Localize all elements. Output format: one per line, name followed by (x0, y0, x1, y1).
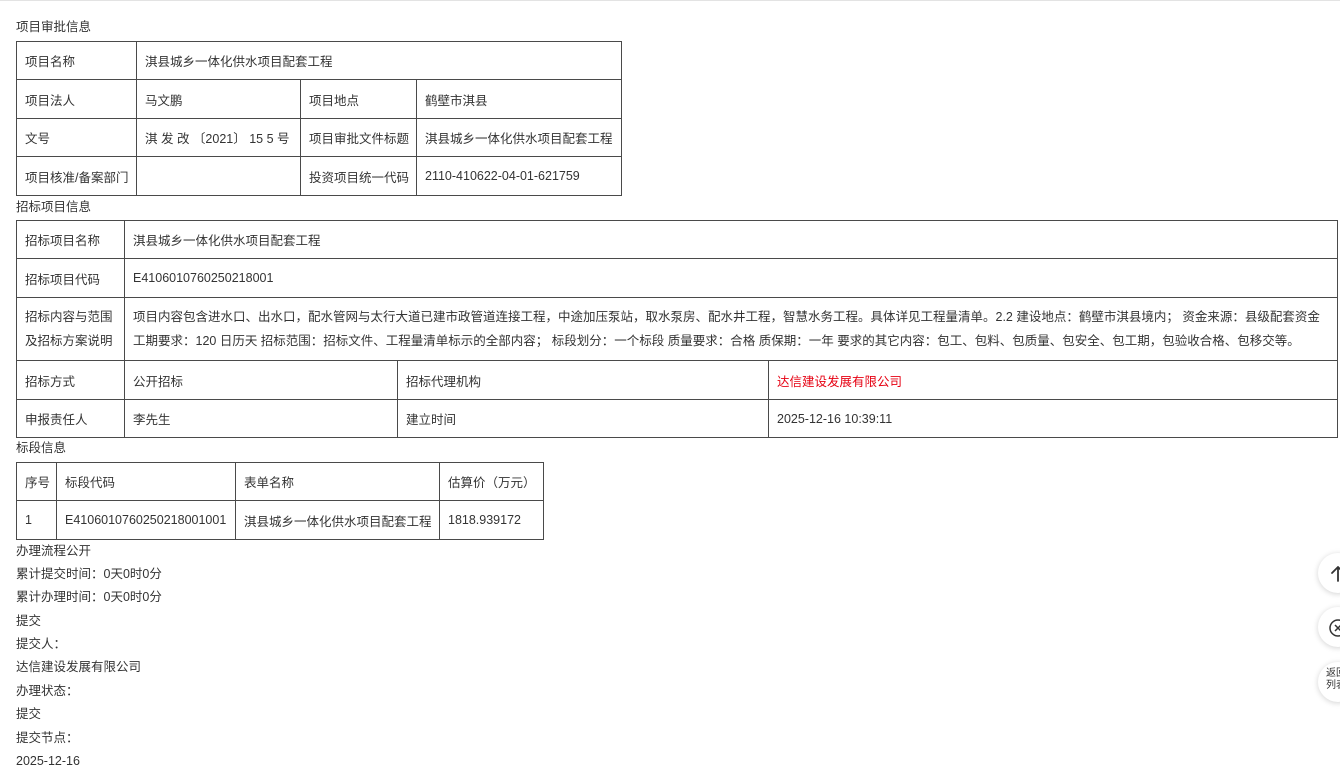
total-handle-time: 累计办理时间：0天0时0分 (16, 590, 162, 604)
submitter-value: 达信建设发展有限公司 (16, 660, 142, 674)
approval-table: 项目名称 淇县城乡一体化供水项目配套工程 项目法人 马文鹏 项目地点 鹤壁市淇县… (16, 41, 622, 196)
section-header-code: 标段代码 (56, 462, 236, 501)
approval-section-title: 项目审批信息 (16, 20, 92, 34)
invest-code-label: 投资项目统一代码 (300, 156, 417, 196)
invest-code-value: 2110-410622-04-01-621759 (416, 156, 622, 196)
tender-code-value: E4106010760250218001 (124, 258, 1338, 298)
location-label: 项目地点 (300, 79, 417, 119)
tender-method-label: 招标方式 (16, 360, 125, 400)
table-row: 1 E4106010760250218001001 淇县城乡一体化供水项目配套工… (16, 500, 544, 540)
back-to-top-button[interactable] (1318, 553, 1340, 593)
process-step: 提交 (16, 614, 42, 628)
tender-agency-label: 招标代理机构 (397, 360, 769, 400)
dept-label: 项目核准/备案部门 (16, 156, 137, 196)
doc-no-label: 文号 (16, 118, 137, 157)
doc-title-label: 项目审批文件标题 (300, 118, 417, 157)
submitter-label: 提交人： (16, 637, 67, 651)
back-to-list-button[interactable]: 返回 列表 (1318, 662, 1340, 702)
sections-table: 序号 标段代码 表单名称 估算价（万元） 1 E4106010760250218… (16, 462, 544, 540)
close-button[interactable] (1318, 607, 1340, 647)
reporter-label: 申报责任人 (16, 399, 125, 438)
status-label: 办理状态： (16, 684, 79, 698)
dept-value (136, 156, 301, 196)
tender-section-title: 招标项目信息 (16, 200, 92, 214)
section-header-form: 表单名称 (235, 462, 440, 501)
top-divider (0, 0, 1340, 1)
project-name-value: 淇县城乡一体化供水项目配套工程 (136, 41, 622, 80)
section-code: E4106010760250218001001 (56, 500, 236, 540)
created-label: 建立时间 (397, 399, 769, 438)
tender-table: 招标项目名称 淇县城乡一体化供水项目配套工程 招标项目代码 E410601076… (16, 220, 1338, 438)
tender-code-label: 招标项目代码 (16, 258, 125, 298)
total-submit-time: 累计提交时间：0天0时0分 (16, 567, 162, 581)
tender-name-value: 淇县城乡一体化供水项目配套工程 (124, 220, 1338, 259)
node-date: 2025-12-16 (16, 754, 80, 768)
process-title: 办理流程公开 (16, 544, 92, 558)
doc-title-value: 淇县城乡一体化供水项目配套工程 (416, 118, 622, 157)
tender-agency-link[interactable]: 达信建设发展有限公司 (768, 360, 1338, 400)
section-index: 1 (16, 500, 57, 540)
legal-person-label: 项目法人 (16, 79, 137, 119)
project-name-label: 项目名称 (16, 41, 137, 80)
tender-name-label: 招标项目名称 (16, 220, 125, 259)
node-label: 提交节点： (16, 731, 79, 745)
section-price: 1818.939172 (439, 500, 544, 540)
doc-no-value: 淇 发 改 〔2021〕 15 5 号 (136, 118, 301, 157)
legal-person-value: 马文鹏 (136, 79, 301, 119)
tender-scope-label: 招标内容与范围及招标方案说明 (16, 297, 125, 361)
section-form-name: 淇县城乡一体化供水项目配套工程 (235, 500, 440, 540)
section-header-index: 序号 (16, 462, 57, 501)
section-header-price: 估算价（万元） (439, 462, 544, 501)
tender-scope-value: 项目内容包含进水口、出水口，配水管网与太行大道已建市政管道连接工程，中途加压泵站… (124, 297, 1338, 361)
reporter-value: 李先生 (124, 399, 398, 438)
location-value: 鹤壁市淇县 (416, 79, 622, 119)
created-value: 2025-12-16 10:39:11 (768, 399, 1338, 438)
status-value: 提交 (16, 707, 42, 721)
tender-method-value: 公开招标 (124, 360, 398, 400)
back-to-list-label: 返回 列表 (1326, 668, 1340, 691)
sections-section-title: 标段信息 (16, 441, 67, 455)
